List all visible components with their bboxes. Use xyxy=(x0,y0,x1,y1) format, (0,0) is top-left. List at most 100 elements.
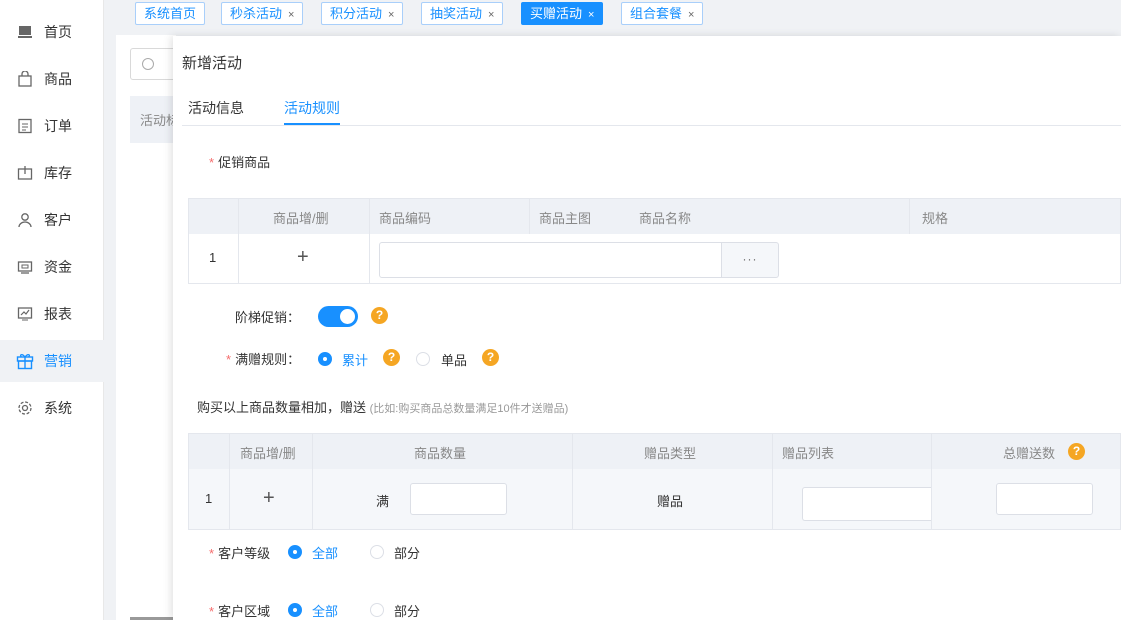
sidebar-item-label: 系统 xyxy=(44,400,72,416)
tab-label: 抽奖活动 xyxy=(430,6,483,21)
date-picker[interactable] xyxy=(130,48,178,80)
radio-region-all-label[interactable]: 全部 xyxy=(312,601,338,620)
col-spec: 规格 xyxy=(922,211,949,226)
radio-level-all[interactable] xyxy=(288,545,302,559)
gift-rule-text: 满赠规则： xyxy=(235,352,301,367)
sidebar-item-label: 营销 xyxy=(44,353,72,369)
ladder-promo-toggle[interactable] xyxy=(318,306,358,327)
sidebar: 首页 商品 订单 库存 客户 资金 报表 营销 系统 xyxy=(0,0,104,620)
required-mark: * xyxy=(209,155,215,170)
ladder-promo-label: 阶梯促销： xyxy=(235,310,301,325)
col-quantity: 商品数量 xyxy=(414,446,467,461)
tab-points[interactable]: 积分活动 × xyxy=(321,2,404,25)
customer-region-text: 客户区域 xyxy=(218,604,271,619)
order-icon xyxy=(16,117,34,135)
quantity-input[interactable] xyxy=(410,483,507,515)
divider xyxy=(909,199,910,235)
tab-lottery[interactable]: 抽奖活动 × xyxy=(421,2,504,25)
radio-level-partial[interactable] xyxy=(370,545,384,559)
divider xyxy=(229,469,230,529)
sidebar-item-funds[interactable]: 资金 xyxy=(0,246,104,288)
row-index: 1 xyxy=(209,250,217,265)
tabs-bar: 系统首页 秒杀活动 × 积分活动 × 抽奖活动 × 买赠活动 × 组合套餐 × xyxy=(104,0,1121,27)
radio-single-label[interactable]: 单品 xyxy=(441,350,467,369)
radio-region-partial[interactable] xyxy=(370,603,384,617)
wallet-icon xyxy=(16,258,34,276)
sidebar-item-label: 库存 xyxy=(44,165,72,181)
help-icon[interactable]: ? xyxy=(1068,443,1085,460)
divider xyxy=(529,199,530,235)
radio-region-partial-label[interactable]: 部分 xyxy=(394,601,420,620)
help-icon[interactable]: ? xyxy=(371,307,388,324)
sidebar-item-marketing[interactable]: 营销 xyxy=(0,340,104,382)
close-icon[interactable]: × xyxy=(288,9,294,21)
radio-single[interactable] xyxy=(416,352,430,366)
sidebar-item-system[interactable]: 系统 xyxy=(0,387,104,429)
goods-code-input[interactable] xyxy=(379,242,723,278)
help-icon[interactable]: ? xyxy=(482,349,499,366)
divider xyxy=(312,434,313,470)
col-main-image: 商品主图 xyxy=(539,211,592,226)
col-gift-list: 赠品列表 xyxy=(782,446,835,461)
divider xyxy=(772,469,773,529)
total-gift-input[interactable] xyxy=(996,483,1093,515)
tab-system-home[interactable]: 系统首页 xyxy=(135,2,206,25)
gift-icon xyxy=(16,352,34,370)
table-row: 1 + 满 赠品 xyxy=(188,469,1121,530)
required-mark: * xyxy=(209,604,215,619)
close-icon[interactable]: × xyxy=(388,9,394,21)
divider xyxy=(369,199,370,235)
sidebar-item-label: 首页 xyxy=(44,24,72,40)
close-icon[interactable]: × xyxy=(688,9,694,21)
sidebar-item-label: 订单 xyxy=(44,118,72,134)
radio-level-all-label[interactable]: 全部 xyxy=(312,543,338,562)
sidebar-item-customers[interactable]: 客户 xyxy=(0,199,104,241)
tab-divider xyxy=(182,125,1121,126)
divider xyxy=(238,199,239,235)
sidebar-item-label: 报表 xyxy=(44,306,72,322)
col-add-remove: 商品增/删 xyxy=(240,446,296,461)
promo-goods-text: 促销商品 xyxy=(218,155,271,170)
dialog-title: 新增活动 xyxy=(182,55,243,72)
tab-label: 组合套餐 xyxy=(630,6,683,21)
gift-table-header: 商品增/删 商品数量 赠品类型 赠品列表 总赠送数 ? xyxy=(188,433,1121,470)
radio-region-all[interactable] xyxy=(288,603,302,617)
sidebar-item-reports[interactable]: 报表 xyxy=(0,293,104,335)
gift-list-input[interactable] xyxy=(802,487,932,521)
bag-icon xyxy=(16,70,34,88)
sidebar-item-goods[interactable]: 商品 xyxy=(0,58,104,100)
radio-level-partial-label[interactable]: 部分 xyxy=(394,543,420,562)
tab-activity-info[interactable]: 活动信息 xyxy=(188,98,244,118)
tab-label: 买赠活动 xyxy=(530,6,583,21)
col-goods-name: 商品名称 xyxy=(639,211,692,226)
close-icon[interactable]: × xyxy=(588,9,594,21)
tab-activity-rules[interactable]: 活动规则 xyxy=(284,98,340,118)
rule-description: 购买以上商品数量相加，赠送 (比如:购买商品总数量满足10件才送赠品) xyxy=(197,397,568,416)
tab-seckill[interactable]: 秒杀活动 × xyxy=(221,2,304,25)
sidebar-item-label: 商品 xyxy=(44,71,72,87)
customer-region-label: * 客户区域 xyxy=(209,601,270,620)
divider xyxy=(931,469,932,529)
col-goods-code: 商品编码 xyxy=(379,211,432,226)
sidebar-item-label: 资金 xyxy=(44,259,72,275)
background-card: 活动标 xyxy=(130,96,176,143)
gift-type-value: 赠品 xyxy=(657,494,684,509)
add-gift-button[interactable]: + xyxy=(263,488,275,508)
home-icon xyxy=(16,23,34,41)
close-icon[interactable]: × xyxy=(488,9,494,21)
radio-cumulative-label[interactable]: 累计 xyxy=(342,350,368,369)
radio-cumulative[interactable] xyxy=(318,352,332,366)
select-goods-button[interactable]: ··· xyxy=(721,242,779,278)
col-gift-type: 赠品类型 xyxy=(644,446,697,461)
rule-description-text: 购买以上商品数量相加，赠送 xyxy=(197,400,367,415)
add-goods-button[interactable]: + xyxy=(297,247,309,267)
sidebar-item-home[interactable]: 首页 xyxy=(0,11,104,53)
tab-buy-gift[interactable]: 买赠活动 × xyxy=(521,2,604,25)
tab-combo[interactable]: 组合套餐 × xyxy=(621,2,704,25)
sidebar-item-orders[interactable]: 订单 xyxy=(0,105,104,147)
tab-label: 秒杀活动 xyxy=(230,6,283,21)
col-total-gift: 总赠送数 xyxy=(1003,446,1056,461)
box-icon xyxy=(16,164,34,182)
sidebar-item-inventory[interactable]: 库存 xyxy=(0,152,104,194)
help-icon[interactable]: ? xyxy=(383,349,400,366)
